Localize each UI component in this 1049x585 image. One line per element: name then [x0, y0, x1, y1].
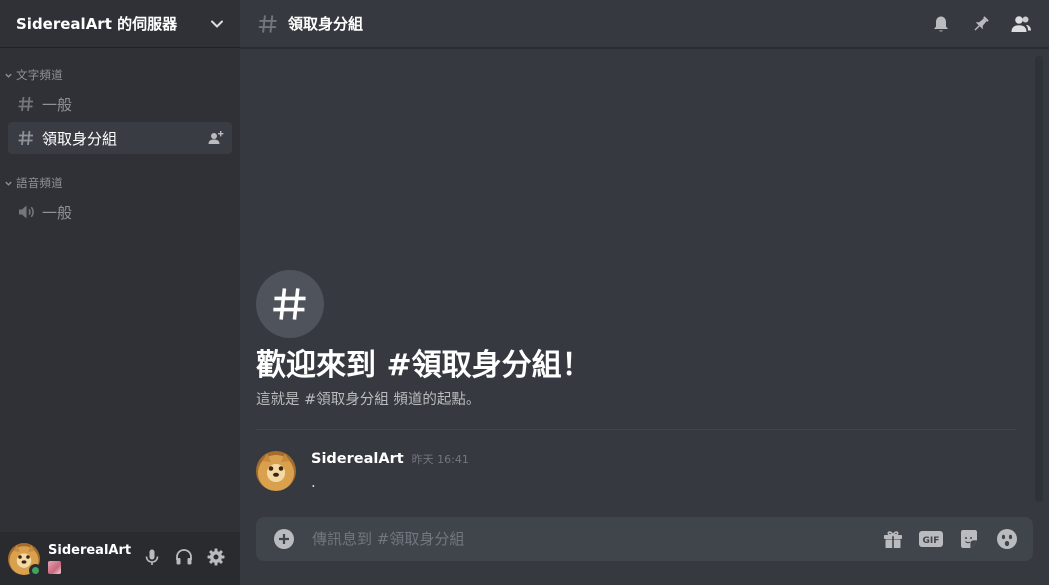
- server-name: SiderealArt 的伺服器: [16, 15, 178, 33]
- custom-status-emoji: [48, 561, 61, 574]
- welcome-subtitle: 這就是 #領取身分組 頻道的起點。: [256, 392, 481, 408]
- category-label: 文字頻道: [16, 68, 63, 82]
- hashtag-icon: [256, 270, 324, 338]
- svg-text:GIF: GIF: [923, 536, 940, 546]
- emoji-icon[interactable]: [993, 525, 1021, 553]
- message-content: .: [311, 473, 316, 491]
- channel-title: 領取身分組: [288, 15, 364, 33]
- channel-label: 領取身分組: [42, 129, 118, 148]
- category-text-channels[interactable]: 文字頻道: [2, 66, 63, 84]
- message-timestamp: 昨天 16:41: [411, 453, 469, 466]
- member-list-icon[interactable]: [1009, 12, 1033, 36]
- microphone-icon: [142, 547, 162, 571]
- username: SiderealArt: [48, 543, 132, 558]
- online-status-indicator: [29, 563, 42, 577]
- pin-icon[interactable]: [969, 12, 993, 36]
- user-avatar[interactable]: [8, 542, 42, 577]
- mute-button[interactable]: [136, 543, 168, 575]
- headphones-icon: [174, 547, 194, 571]
- message-input[interactable]: [312, 530, 869, 548]
- hashtag-icon: [16, 128, 36, 148]
- deafen-button[interactable]: [168, 543, 200, 575]
- message-author[interactable]: SiderealArt: [311, 451, 404, 467]
- server-header[interactable]: SiderealArt 的伺服器: [0, 0, 240, 48]
- bell-icon[interactable]: [929, 12, 953, 36]
- user-panel: SiderealArt: [0, 532, 240, 585]
- channel-welcome: 歡迎來到 #領取身分組！ 這就是 #領取身分組 頻道的起點。: [256, 270, 1016, 410]
- message-composer: GIF: [256, 517, 1033, 561]
- chevron-down-icon: [2, 177, 14, 189]
- message-scrollbar[interactable]: [1035, 56, 1043, 502]
- channel-label: 一般: [42, 95, 73, 114]
- channel-header: 領取身分組: [240, 0, 1049, 48]
- gear-icon: [206, 547, 226, 571]
- speaker-icon: [16, 202, 36, 222]
- gift-icon[interactable]: [879, 525, 907, 553]
- sticker-icon[interactable]: [955, 525, 983, 553]
- chevron-down-icon: [2, 69, 14, 81]
- hashtag-icon: [256, 12, 280, 36]
- voice-channel-general[interactable]: 一般: [8, 196, 232, 228]
- category-label: 語音頻道: [16, 176, 63, 190]
- category-voice-channels[interactable]: 語音頻道: [2, 174, 63, 192]
- channel-sidebar: SiderealArt 的伺服器 文字頻道 一般 領取身分組 語音頻道 一般 S…: [0, 0, 240, 585]
- avatar[interactable]: [256, 451, 296, 491]
- channel-label: 一般: [42, 203, 73, 222]
- channel-item-general[interactable]: 一般: [8, 88, 232, 120]
- hashtag-icon: [16, 94, 36, 114]
- upload-button[interactable]: [272, 527, 296, 551]
- gif-icon[interactable]: GIF: [917, 525, 945, 553]
- user-settings-button[interactable]: [200, 543, 232, 575]
- create-invite-icon[interactable]: [208, 130, 224, 146]
- message-item[interactable]: SiderealArt 昨天 16:41 .: [256, 451, 1016, 495]
- channel-item-roles[interactable]: 領取身分組: [8, 122, 232, 154]
- chevron-down-icon: [208, 15, 226, 33]
- divider: [256, 429, 1016, 430]
- welcome-title: 歡迎來到 #領取身分組！: [256, 348, 592, 383]
